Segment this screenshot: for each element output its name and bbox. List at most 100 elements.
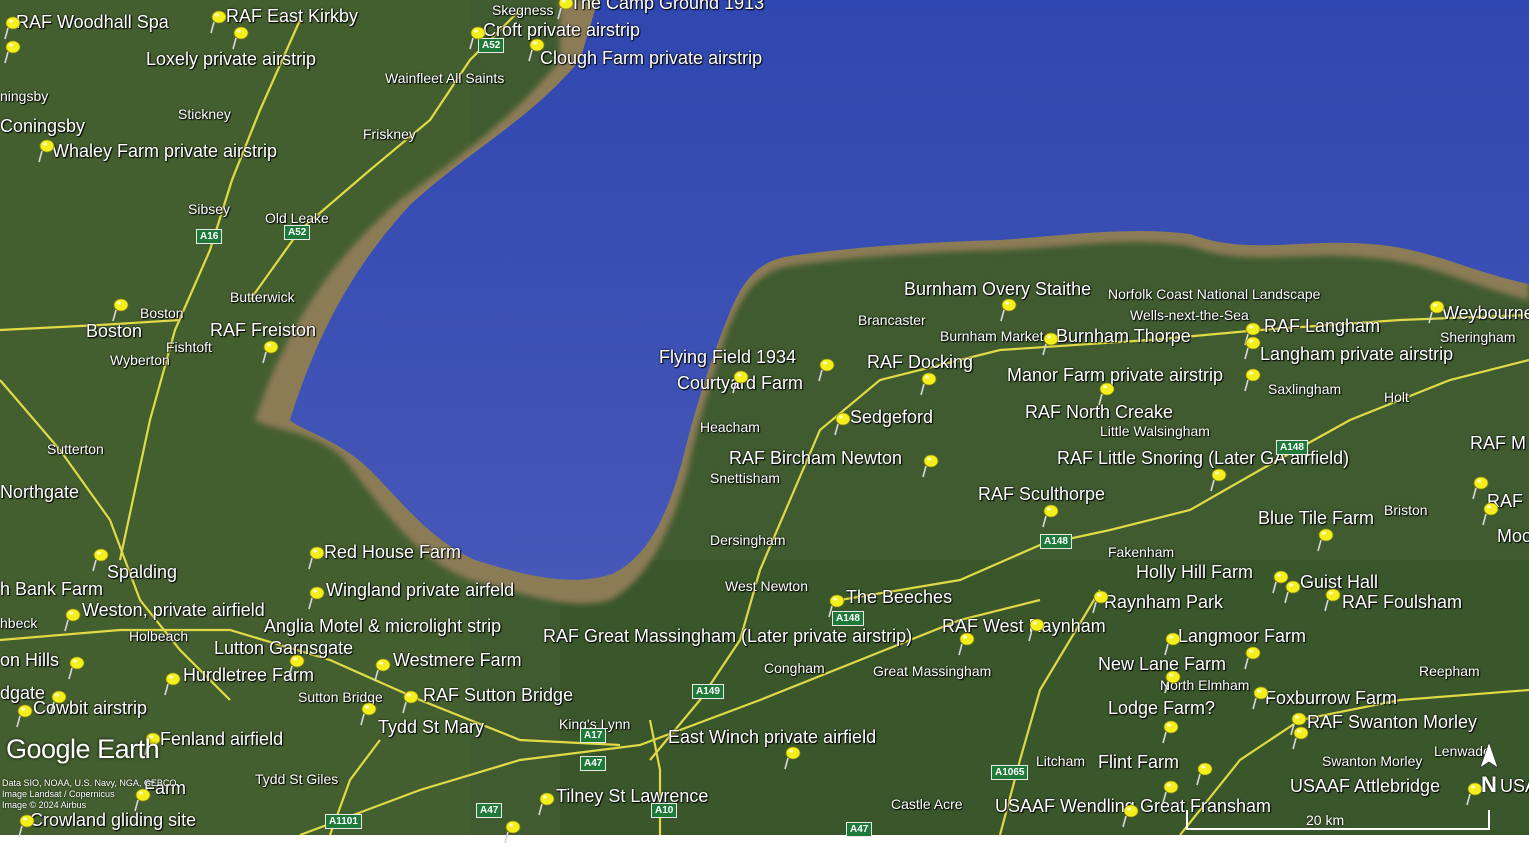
place-label[interactable]: RAF Swanton Morley [1307, 713, 1477, 731]
pushpin-icon[interactable] [920, 452, 940, 478]
place-label[interactable]: Langham private airstrip [1260, 345, 1453, 363]
place-label[interactable]: Spalding [107, 563, 177, 581]
pushpin-icon[interactable] [1426, 298, 1446, 324]
pushpin-icon[interactable] [1026, 616, 1046, 642]
pushpin-icon[interactable] [306, 584, 326, 610]
place-label[interactable]: Lutton Garnsgate [214, 639, 353, 657]
pushpin-icon[interactable] [502, 818, 522, 844]
pushpin-icon[interactable] [730, 368, 750, 394]
pushpin-icon[interactable] [48, 688, 68, 714]
pushpin-icon[interactable] [1250, 684, 1270, 710]
pushpin-icon[interactable] [998, 296, 1018, 322]
pushpin-icon[interactable] [14, 702, 34, 728]
place-label[interactable]: RAF M [1470, 434, 1526, 452]
pushpin-icon[interactable] [1290, 724, 1310, 750]
place-label[interactable]: East Winch private airfield [668, 728, 876, 746]
pushpin-icon[interactable] [162, 670, 182, 696]
pushpin-icon[interactable] [1160, 718, 1180, 744]
pushpin-icon[interactable] [260, 338, 280, 364]
pushpin-icon[interactable] [1194, 760, 1214, 786]
pushpin-icon[interactable] [1096, 380, 1116, 406]
place-label[interactable]: RAF Sutton Bridge [423, 686, 573, 704]
place-label[interactable]: Raynham Park [1104, 593, 1223, 611]
place-label[interactable]: RAF Bircham Newton [729, 449, 902, 467]
pushpin-icon[interactable] [1120, 802, 1140, 828]
pushpin-icon[interactable] [1040, 330, 1060, 356]
place-label[interactable]: RAF Freiston [210, 321, 316, 339]
place-label[interactable]: USAAF Wendling [995, 797, 1135, 815]
place-label[interactable]: Clough Farm private airstrip [540, 49, 762, 67]
place-label[interactable]: Flying Field 1934 [659, 348, 796, 366]
place-label[interactable]: RAF East Kirkby [226, 7, 358, 25]
place-label[interactable]: Boston [86, 322, 142, 340]
place-label[interactable]: Loxely private airstrip [146, 50, 316, 68]
pushpin-icon[interactable] [1090, 588, 1110, 614]
place-label[interactable]: USAA [1500, 777, 1529, 795]
place-label[interactable]: The Camp Ground 1913 [570, 0, 764, 12]
pushpin-icon[interactable] [1160, 778, 1180, 804]
place-label[interactable]: Wingland private airfeld [326, 581, 514, 599]
place-label[interactable]: Tilney St Lawrence [556, 787, 708, 805]
place-label[interactable]: Crowland gliding site [30, 811, 196, 829]
place-label[interactable]: Holly Hill Farm [1136, 563, 1253, 581]
place-label[interactable]: Whaley Farm private airstrip [52, 142, 277, 160]
pushpin-icon[interactable] [306, 544, 326, 570]
pushpin-icon[interactable] [1040, 502, 1060, 528]
pushpin-icon[interactable] [1322, 586, 1342, 612]
pushpin-icon[interactable] [826, 592, 846, 618]
place-label[interactable]: Blue Tile Farm [1258, 509, 1374, 527]
place-label[interactable]: Weston, private airfield [82, 601, 265, 619]
north-arrow-icon[interactable]: N [1476, 740, 1502, 800]
pushpin-icon[interactable] [1242, 366, 1262, 392]
pushpin-icon[interactable] [208, 8, 228, 34]
place-label[interactable]: RAF Docking [867, 353, 973, 371]
place-label[interactable]: Flint Farm [1098, 753, 1179, 771]
pushpin-icon[interactable] [16, 812, 36, 838]
pushpin-icon[interactable] [400, 688, 420, 714]
pushpin-icon[interactable] [467, 24, 487, 50]
place-label[interactable]: h Bank Farm [0, 580, 103, 598]
place-label[interactable]: Langmoor Farm [1178, 627, 1306, 645]
place-label[interactable]: RAF Langham [1264, 317, 1380, 335]
place-label[interactable]: Tydd St Mary [378, 718, 484, 736]
pushpin-icon[interactable] [1208, 466, 1228, 492]
place-label[interactable]: Westmere Farm [393, 651, 522, 669]
place-label[interactable]: Burnham Thorpe [1056, 327, 1191, 345]
place-label[interactable]: Foxburrow Farm [1265, 689, 1397, 707]
place-label[interactable]: The Beeches [846, 588, 952, 606]
pushpin-icon[interactable] [918, 370, 938, 396]
pushpin-icon[interactable] [36, 137, 56, 163]
place-label[interactable]: Weybourne [1442, 304, 1529, 322]
place-label[interactable]: Coningsby [0, 117, 85, 135]
pushpin-icon[interactable] [816, 356, 836, 382]
pushpin-icon[interactable] [782, 744, 802, 770]
pushpin-icon[interactable] [66, 654, 86, 680]
pushpin-icon[interactable] [2, 14, 22, 40]
place-label[interactable]: RAF Great Massingham (Later private airs… [543, 627, 912, 645]
pushpin-icon[interactable] [536, 790, 556, 816]
pushpin-icon[interactable] [1315, 526, 1335, 552]
place-label[interactable]: RAF Foulsham [1342, 593, 1462, 611]
place-label[interactable]: Lodge Farm? [1108, 699, 1215, 717]
place-label[interactable]: Croft private airstrip [483, 21, 640, 39]
place-label[interactable]: Red House Farm [324, 543, 461, 561]
pushpin-icon[interactable] [1242, 334, 1262, 360]
pushpin-icon[interactable] [1162, 668, 1182, 694]
pushpin-icon[interactable] [1282, 578, 1302, 604]
pushpin-icon[interactable] [110, 296, 130, 322]
pushpin-icon[interactable] [526, 36, 546, 62]
place-label[interactable]: USAAF Attlebridge [1290, 777, 1440, 795]
place-label[interactable]: RAF Woodhall Spa [16, 13, 169, 31]
pushpin-icon[interactable] [1470, 474, 1490, 500]
place-label[interactable]: Anglia Motel & microlight strip [264, 617, 501, 635]
pushpin-icon[interactable] [372, 656, 392, 682]
pushpin-icon[interactable] [555, 0, 575, 20]
pushpin-icon[interactable] [1242, 644, 1262, 670]
place-label[interactable]: Sedgeford [850, 408, 933, 426]
place-label[interactable]: Moo [1497, 527, 1529, 545]
pushpin-icon[interactable] [62, 606, 82, 632]
pushpin-icon[interactable] [1162, 630, 1182, 656]
pushpin-icon[interactable] [832, 410, 852, 436]
pushpin-icon[interactable] [90, 546, 110, 572]
pushpin-icon[interactable] [286, 652, 306, 678]
